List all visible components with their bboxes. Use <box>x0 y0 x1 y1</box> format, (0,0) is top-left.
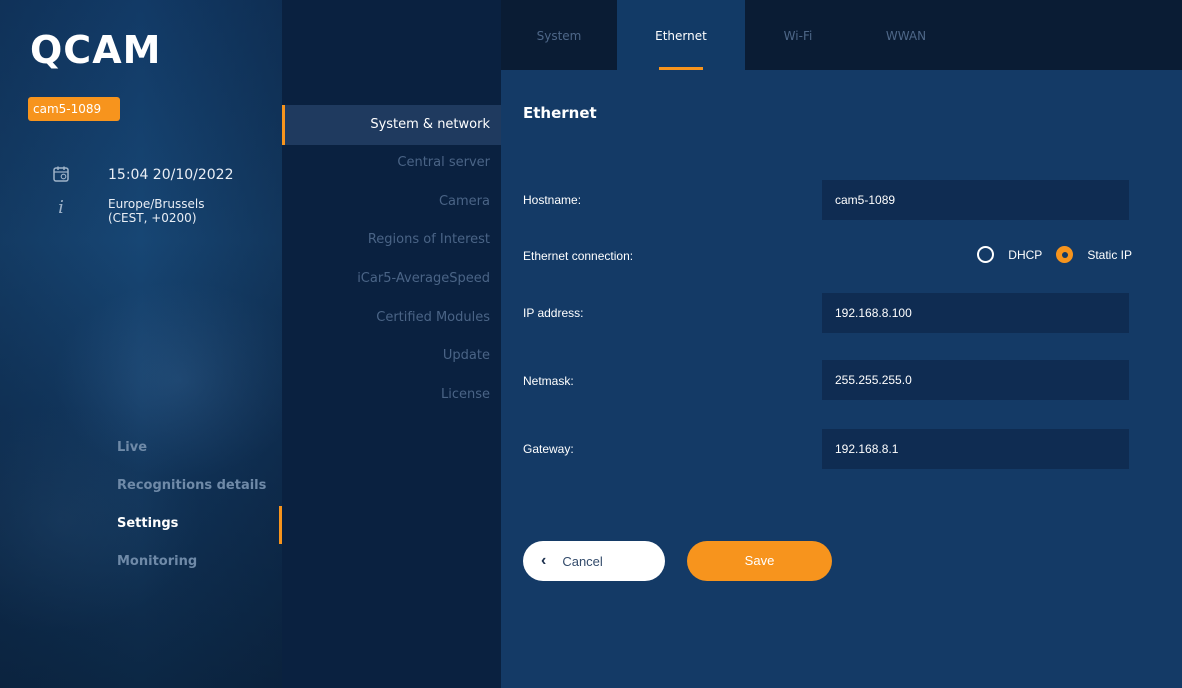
static-ip-radio[interactable] <box>1056 246 1074 263</box>
tab-wifi[interactable]: Wi-Fi <box>745 0 851 70</box>
main-nav-monitoring[interactable]: Monitoring <box>117 552 266 590</box>
device-badge: cam5-1089 <box>28 97 120 121</box>
main-nav-live[interactable]: Live <box>117 438 266 476</box>
gateway-label: Gateway: <box>523 442 574 456</box>
brand-panel: QCAM cam5-1089 15:04 20/10/2022 i Europe… <box>0 0 282 688</box>
netmask-field[interactable] <box>822 360 1129 400</box>
subnav-item-regions-of-interest[interactable]: Regions of Interest <box>368 232 490 247</box>
ip-address-label: IP address: <box>523 306 584 320</box>
ethernet-connection-radio-group: DHCP Static IP <box>977 246 1132 263</box>
ethernet-settings-panel: Ethernet Hostname: Ethernet connection: … <box>501 70 1182 688</box>
network-tabs: System Ethernet Wi-Fi WWAN <box>501 0 1182 70</box>
dhcp-radio-label: DHCP <box>1008 247 1043 262</box>
netmask-label: Netmask: <box>523 374 574 388</box>
cancel-button-label: Cancel <box>562 553 603 569</box>
gateway-field[interactable] <box>822 429 1129 469</box>
subnav-item-central-server[interactable]: Central server <box>397 155 490 170</box>
timezone-text: Europe/Brussels (CEST, +0200) <box>108 197 205 225</box>
main-nav: Live Recognitions details Settings Monit… <box>117 438 266 590</box>
subnav-item-certified-modules[interactable]: Certified Modules <box>376 310 490 325</box>
tab-ethernet-label: Ethernet <box>655 29 707 43</box>
static-ip-radio-label: Static IP <box>1087 247 1132 262</box>
current-datetime: 15:04 20/10/2022 <box>108 167 234 183</box>
tab-system[interactable]: System <box>501 0 617 70</box>
ip-address-field[interactable] <box>822 293 1129 333</box>
info-icon: i <box>58 197 64 218</box>
cancel-button[interactable]: ‹ Cancel <box>523 541 665 581</box>
subnav-item-icar5-averagespeed[interactable]: iCar5-AverageSpeed <box>357 271 490 286</box>
subnav-item-update[interactable]: Update <box>443 348 490 363</box>
section-title: Ethernet <box>523 104 597 122</box>
subnav-item-camera[interactable]: Camera <box>439 194 490 209</box>
main-nav-settings[interactable]: Settings <box>117 514 266 552</box>
chevron-left-icon: ‹ <box>541 552 547 569</box>
datetime-row: 15:04 20/10/2022 <box>52 165 234 185</box>
timezone-row: i Europe/Brussels (CEST, +0200) <box>52 197 205 225</box>
subnav-item-license[interactable]: License <box>441 387 490 402</box>
app-logo: QCAM <box>30 28 162 72</box>
save-button[interactable]: Save <box>687 541 832 581</box>
timezone-offset: (CEST, +0200) <box>108 211 197 225</box>
calendar-icon <box>52 165 70 183</box>
subnav-active-indicator <box>282 105 285 145</box>
timezone-name: Europe/Brussels <box>108 197 205 211</box>
tab-wwan[interactable]: WWAN <box>851 0 961 70</box>
tab-ethernet[interactable]: Ethernet <box>617 0 745 70</box>
hostname-label: Hostname: <box>523 193 582 207</box>
hostname-field[interactable] <box>822 180 1129 220</box>
settings-subnav: System & network Central server Camera R… <box>282 0 501 688</box>
subnav-item-system-network[interactable]: System & network <box>370 117 490 132</box>
ethernet-connection-label: Ethernet connection: <box>523 249 634 263</box>
main-nav-recognitions-details[interactable]: Recognitions details <box>117 476 266 514</box>
dhcp-radio[interactable] <box>977 246 995 263</box>
